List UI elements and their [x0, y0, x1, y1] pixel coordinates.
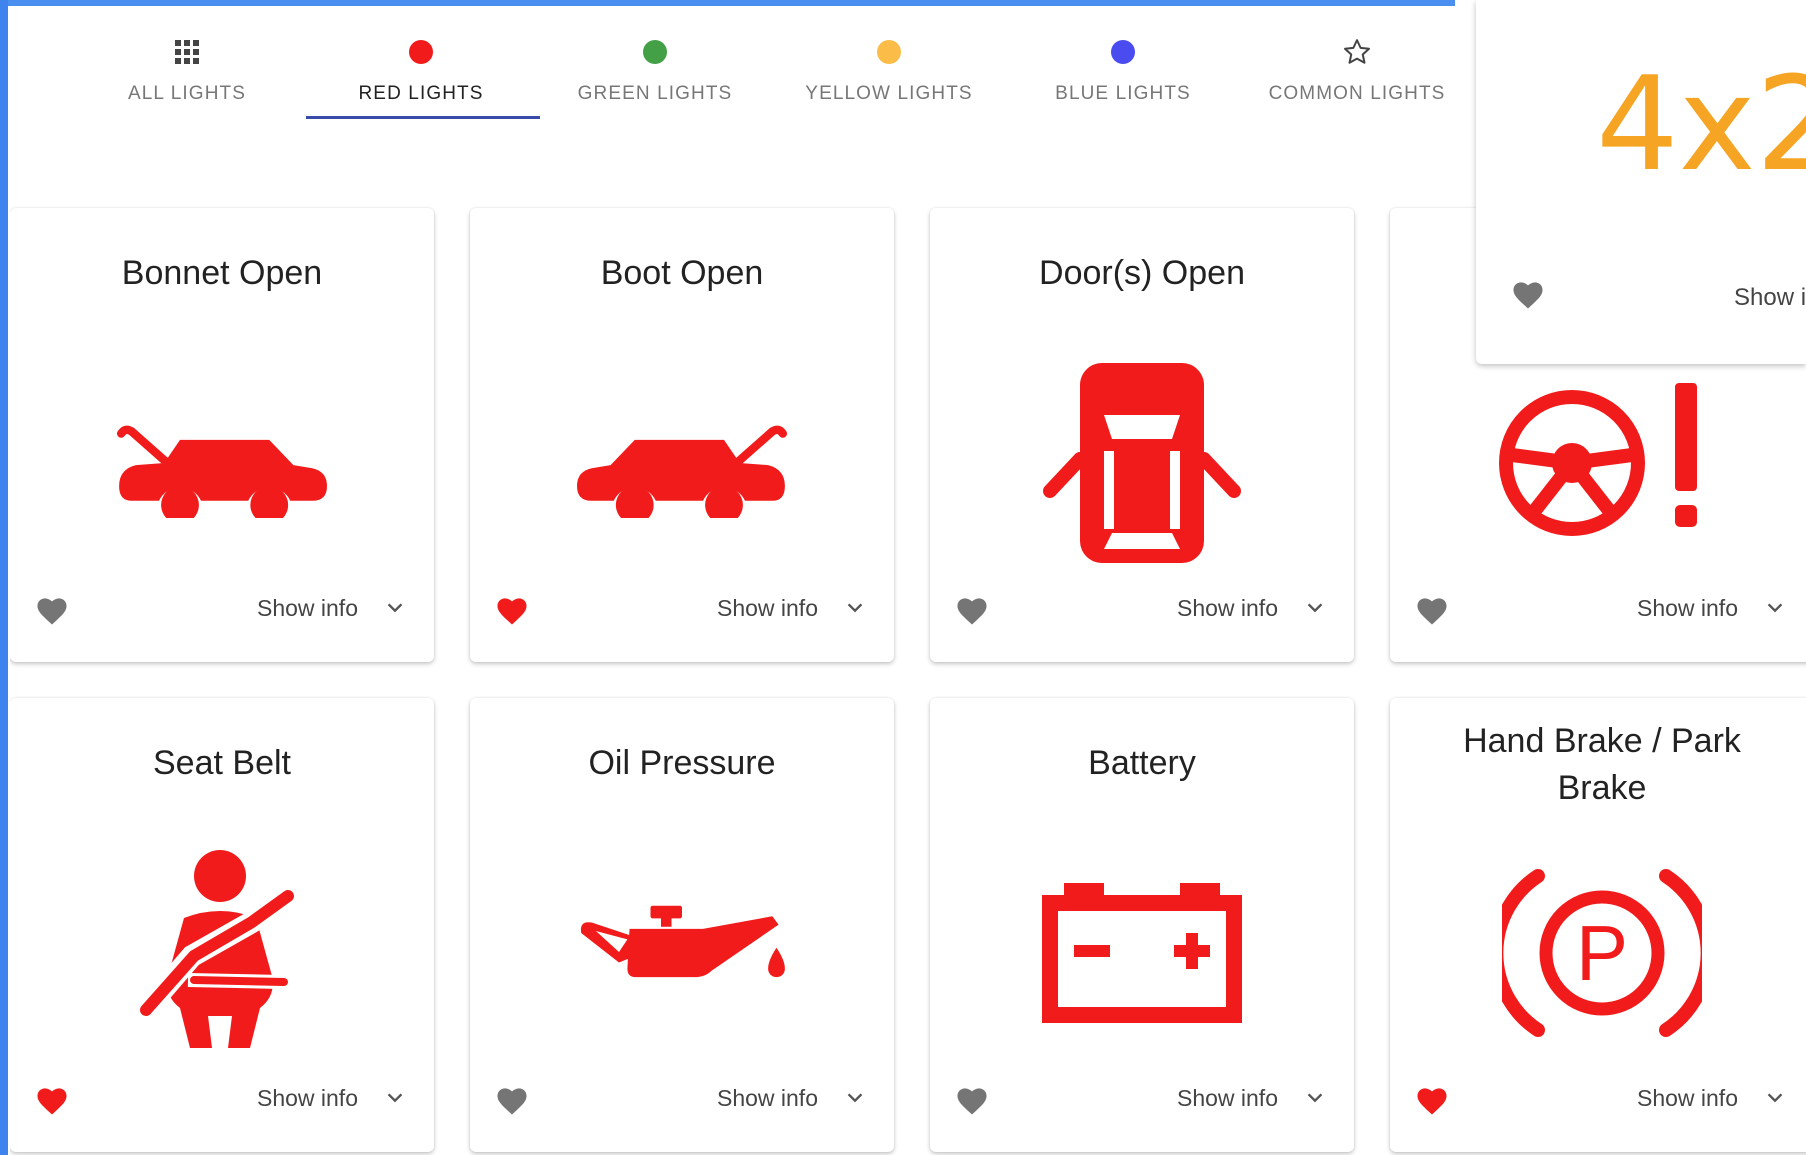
- card-footer: Show info: [10, 552, 434, 662]
- heart-icon[interactable]: [954, 1084, 994, 1120]
- chevron-down-icon: [1307, 1093, 1323, 1103]
- heart-icon[interactable]: [954, 594, 994, 630]
- show-info-button[interactable]: Show i: [1734, 284, 1806, 312]
- tab-label: BLUE LIGHTS: [1055, 83, 1191, 104]
- show-info-button[interactable]: Show info: [257, 1078, 406, 1118]
- card-title: Oil Pressure: [588, 744, 776, 782]
- left-accent-bar: [0, 0, 8, 1155]
- heart-icon[interactable]: [1414, 1084, 1454, 1120]
- card-footer: Show info: [1390, 552, 1806, 662]
- light-card[interactable]: Boot Open Show info: [470, 208, 894, 662]
- tab-blue-lights[interactable]: BLUE LIGHTS: [1006, 6, 1240, 118]
- active-tab-indicator: [306, 116, 540, 119]
- light-card[interactable]: Oil Pressure Show info: [470, 698, 894, 1152]
- show-info-label: Show info: [256, 594, 358, 621]
- show-info-button[interactable]: Show info: [1637, 1078, 1786, 1118]
- tab-yellow-lights[interactable]: YELLOW LIGHTS: [772, 6, 1006, 118]
- show-info-button[interactable]: Show info: [717, 588, 866, 628]
- card-title: Battery: [1088, 744, 1196, 782]
- show-info-label: Show info: [1636, 594, 1738, 621]
- chevron-down-icon: [1767, 603, 1783, 613]
- tab-label: GREEN LIGHTS: [577, 83, 733, 104]
- power-steering-warning-icon: [1390, 338, 1806, 588]
- preview-card-popup[interactable]: 4x2 Show i: [1476, 0, 1806, 364]
- show-info-label: Show info: [256, 1084, 358, 1111]
- show-info-button[interactable]: Show info: [257, 588, 406, 628]
- heart-icon[interactable]: [1510, 278, 1550, 314]
- heart-icon[interactable]: [494, 594, 534, 630]
- grid-icon: [169, 34, 205, 70]
- chevron-down-icon: [387, 1093, 403, 1103]
- card-footer: Show info: [10, 1042, 434, 1152]
- show-info-label: Show info: [716, 594, 818, 621]
- show-info-button[interactable]: Show info: [1177, 588, 1326, 628]
- card-footer: Show info: [930, 1042, 1354, 1152]
- category-tabs: ALL LIGHTS RED LIGHTS GREEN LIGHTS YELLO…: [10, 6, 1455, 126]
- boot-open-icon: [470, 338, 894, 588]
- card-footer: Show info: [930, 552, 1354, 662]
- heart-icon[interactable]: [494, 1084, 534, 1120]
- card-title: Door(s) Open: [1039, 254, 1245, 292]
- light-card[interactable]: Seat Belt Show info: [10, 698, 434, 1152]
- light-card[interactable]: Door(s) Open Show info: [930, 208, 1354, 662]
- heart-icon[interactable]: [34, 1084, 74, 1120]
- 4x2-logo: 4x2: [1596, 48, 1806, 200]
- tab-green-lights[interactable]: GREEN LIGHTS: [538, 6, 772, 118]
- tab-red-lights[interactable]: RED LIGHTS: [304, 6, 538, 118]
- tab-label: ALL LIGHTS: [127, 83, 246, 104]
- tab-all-lights[interactable]: ALL LIGHTS: [70, 6, 304, 118]
- door-open-icon: [930, 338, 1354, 588]
- oil-pressure-icon: [470, 828, 894, 1078]
- card-title: Bonnet Open: [121, 254, 323, 292]
- light-card[interactable]: Bonnet Open Show info: [10, 208, 434, 662]
- heart-icon[interactable]: [1414, 594, 1454, 630]
- chevron-down-icon: [1767, 1093, 1783, 1103]
- battery-icon: [930, 828, 1354, 1078]
- show-info-label: Show info: [1636, 1084, 1738, 1111]
- chevron-down-icon: [847, 603, 863, 613]
- yellow-dot-icon: [871, 34, 907, 70]
- light-card[interactable]: Hand Brake / Park Brake P Show info: [1390, 698, 1806, 1152]
- chevron-down-icon: [1307, 603, 1323, 613]
- card-title: Boot Open: [600, 254, 764, 292]
- show-info-button[interactable]: Show info: [1637, 588, 1786, 628]
- chevron-down-icon: [387, 603, 403, 613]
- star-icon: [1339, 34, 1375, 70]
- heart-icon[interactable]: [34, 594, 74, 630]
- svg-text:P: P: [1576, 909, 1628, 997]
- card-footer: Show info: [1390, 1042, 1806, 1152]
- card-footer: Show info: [470, 1042, 894, 1152]
- show-info-label: Show info: [716, 1084, 818, 1111]
- seat-belt-icon: [10, 828, 434, 1078]
- app-frame: ALL LIGHTS RED LIGHTS GREEN LIGHTS YELLO…: [0, 0, 1806, 1155]
- bonnet-open-icon: [10, 338, 434, 588]
- red-dot-icon: [403, 34, 439, 70]
- tab-label: RED LIGHTS: [358, 83, 484, 104]
- blue-dot-icon: [1105, 34, 1141, 70]
- green-dot-icon: [637, 34, 673, 70]
- tab-common-lights[interactable]: COMMON LIGHTS: [1240, 6, 1474, 118]
- card-footer: Show info: [470, 552, 894, 662]
- tab-label: COMMON LIGHTS: [1268, 83, 1446, 104]
- chevron-down-icon: [847, 1093, 863, 1103]
- show-info-button[interactable]: Show info: [717, 1078, 866, 1118]
- card-title: Hand Brake / Park Brake: [1463, 722, 1741, 807]
- tab-label: YELLOW LIGHTS: [805, 83, 973, 104]
- show-info-button[interactable]: Show info: [1177, 1078, 1326, 1118]
- card-title: Seat Belt: [153, 744, 291, 782]
- show-info-label: Show info: [1176, 1084, 1278, 1111]
- light-card[interactable]: Battery Show info: [930, 698, 1354, 1152]
- park-brake-icon: P: [1390, 828, 1806, 1078]
- show-info-label: Show info: [1176, 594, 1278, 621]
